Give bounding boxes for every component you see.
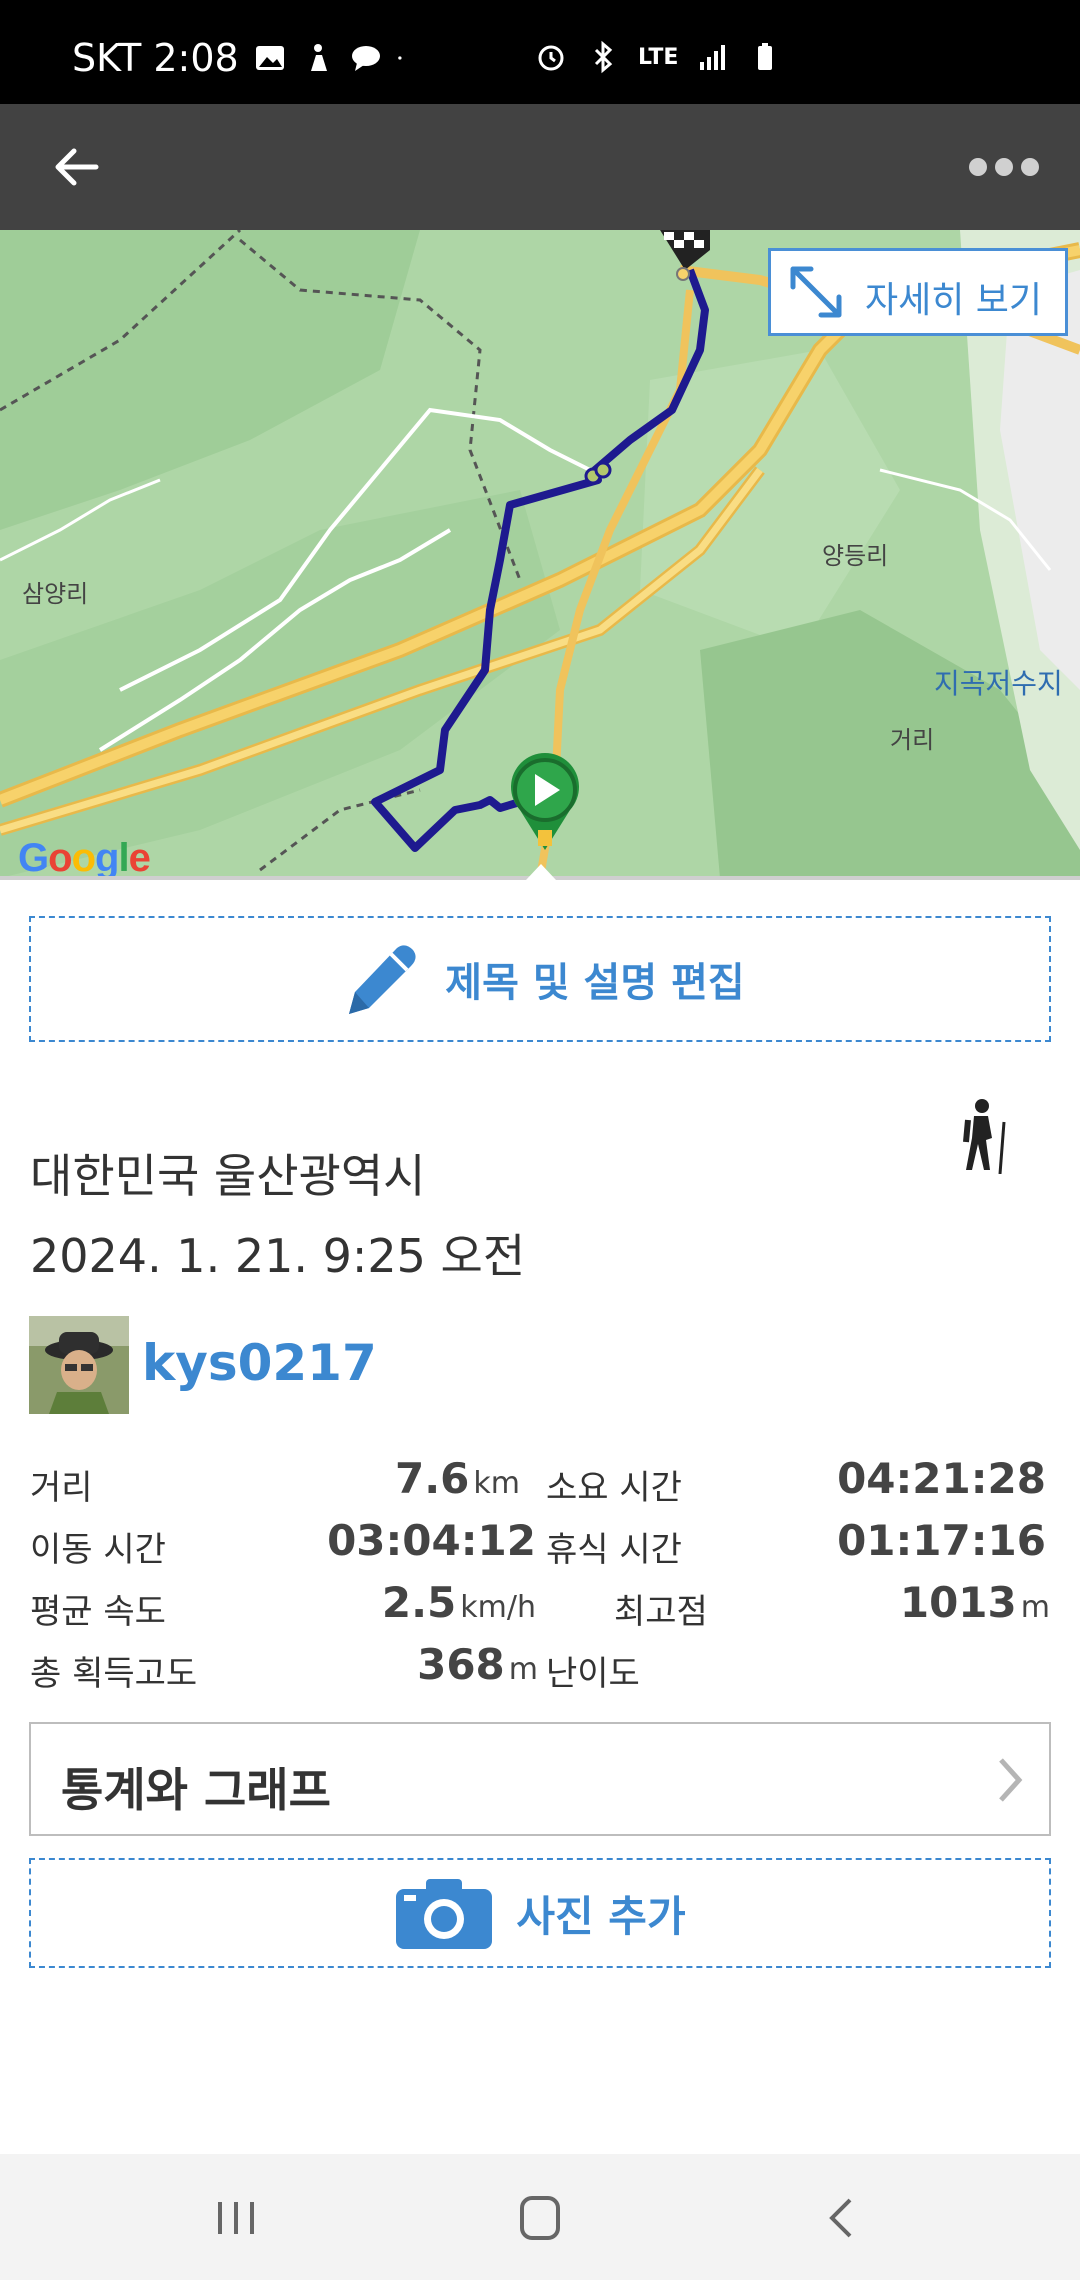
difficulty-label: 난이도	[546, 1654, 640, 1694]
google-logo: Google	[18, 836, 151, 880]
edit-title-label: 제목 및 설명 편집	[445, 960, 745, 1006]
chevron-right-icon	[999, 1758, 1023, 1802]
stats-row-3: 평균 속도 2.5 km/h 최고점 1013 m	[0, 1578, 1080, 1638]
moving-time-label: 이동 시간	[30, 1530, 166, 1570]
more-dot	[1021, 158, 1039, 176]
more-dot	[969, 158, 987, 176]
elevation-gain-label: 총 획득고도	[30, 1654, 198, 1694]
dot-icon	[397, 56, 402, 60]
gallery-icon	[255, 46, 284, 70]
network-type: LTE	[638, 44, 679, 70]
distance-value: 7.6 km	[394, 1454, 520, 1503]
expand-arrows-icon	[790, 266, 842, 318]
add-photo-label: 사진 추가	[516, 1891, 686, 1941]
stats-graph-label: 통계와 그래프	[61, 1763, 331, 1817]
user-avatar[interactable]	[29, 1316, 129, 1414]
back-arrow-icon[interactable]	[44, 134, 110, 200]
status-carrier-time: SKT 2:08	[72, 36, 239, 80]
map-pointer-notch	[526, 864, 556, 880]
recent-apps-icon[interactable]	[206, 2190, 266, 2246]
back-nav-icon[interactable]	[812, 2190, 872, 2246]
username[interactable]: kys0217	[142, 1334, 377, 1392]
avg-speed-value: 2.5 km/h	[381, 1578, 536, 1627]
stats-graph-button[interactable]: 통계와 그래프	[29, 1722, 1051, 1836]
map-label-yangdeung: 양등리	[822, 542, 889, 570]
avg-speed-label: 평균 속도	[30, 1592, 166, 1632]
hiking-icon	[963, 1099, 1006, 1174]
system-nav-bar	[0, 2154, 1080, 2280]
battery-icon	[758, 43, 773, 70]
max-elevation-value: 1013 m	[899, 1578, 1050, 1627]
pencil-icon	[349, 945, 416, 1014]
rest-time-value: 01:17:16	[837, 1516, 1046, 1565]
moving-time-value: 03:04:12	[327, 1516, 536, 1565]
signal-icon	[700, 45, 726, 70]
map-label-samyang: 삼양리	[22, 580, 89, 608]
activity-datetime: 2024. 1. 21. 9:25 오전	[30, 1229, 526, 1283]
rest-time-label: 휴식 시간	[546, 1530, 682, 1570]
home-icon[interactable]	[510, 2190, 570, 2246]
edit-title-description-button[interactable]: 제목 및 설명 편집	[29, 916, 1051, 1042]
max-elevation-label: 최고점	[614, 1592, 708, 1632]
stats-row-2: 이동 시간 03:04:12 휴식 시간 01:17:16	[0, 1516, 1080, 1576]
app-bar	[0, 104, 1080, 230]
total-time-value: 04:21:28	[837, 1454, 1046, 1503]
activity-location: 대한민국 울산광역시	[30, 1149, 426, 1203]
total-time-label: 소요 시간	[546, 1468, 682, 1508]
distance-label: 거리	[30, 1468, 93, 1508]
camera-icon	[396, 1879, 493, 1949]
stats-row-4: 총 획득고도 368 m 난이도	[0, 1640, 1080, 1700]
map-detail-button[interactable]: 자세히 보기	[768, 248, 1068, 336]
status-bar: SKT 2:08 LTE	[0, 0, 1080, 104]
alarm-icon	[538, 45, 564, 71]
more-options-button[interactable]	[964, 144, 1044, 190]
stats-row-1: 거리 7.6 km 소요 시간 04:21:28	[0, 1454, 1080, 1514]
map-label-jigok-reservoir: 지곡저수지	[934, 667, 1063, 700]
chat-icon	[351, 46, 380, 71]
map-label-geori: 거리	[890, 726, 935, 754]
more-dot	[995, 158, 1013, 176]
elevation-gain-value: 368 m	[417, 1640, 538, 1689]
hiker-notification-icon	[310, 44, 327, 71]
add-photo-button[interactable]: 사진 추가	[29, 1858, 1051, 1968]
avatar-image	[29, 1316, 129, 1414]
map-detail-label: 자세히 보기	[865, 280, 1043, 321]
bluetooth-icon	[594, 40, 613, 74]
